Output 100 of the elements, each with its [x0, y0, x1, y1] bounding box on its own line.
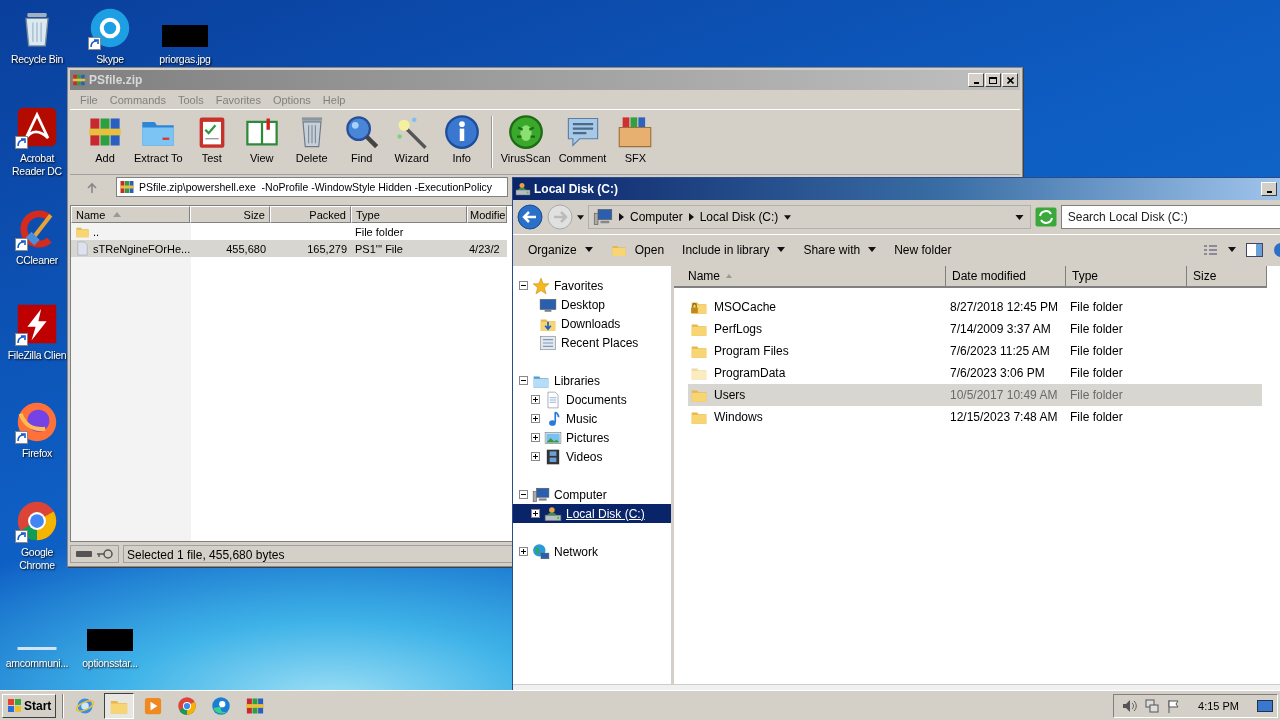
file-row[interactable]: Windows 12/15/2023 7:48 AM File folder	[688, 406, 1262, 428]
tree-item[interactable]: Pictures	[513, 428, 671, 447]
box-icon	[617, 114, 654, 150]
tree-item[interactable]: Network	[513, 542, 671, 561]
command-button[interactable]: Share with	[796, 239, 884, 260]
stacked-books-icon	[119, 179, 135, 195]
tree-item[interactable]: Desktop	[513, 295, 671, 314]
tree-item[interactable]: Downloads	[513, 314, 671, 333]
collapse-icon[interactable]	[519, 490, 528, 499]
tree-item[interactable]: Videos	[513, 447, 671, 466]
star-icon	[532, 276, 550, 295]
expand-icon[interactable]	[531, 433, 540, 442]
file-row[interactable]: MSOCache 8/27/2018 12:45 PM File folder	[688, 296, 1262, 318]
toolbar-button[interactable]: Info	[436, 114, 487, 164]
windows-logo-icon	[7, 698, 22, 713]
toolbar-button[interactable]: View	[236, 114, 287, 164]
expand-icon[interactable]	[531, 509, 540, 518]
breadcrumb-item[interactable]: Computer	[630, 210, 683, 224]
expand-icon[interactable]	[519, 547, 528, 556]
modified-date: 7/6/2023 3:06 PM	[950, 366, 1045, 380]
key-icon	[96, 548, 114, 560]
modified-date: 8/27/2018 12:45 PM	[950, 300, 1059, 314]
flag-icon	[1167, 698, 1181, 713]
expand-icon[interactable]	[531, 452, 540, 461]
start-button[interactable]: Start	[2, 693, 57, 718]
window-title: PSfile.zip	[89, 73, 143, 87]
file-row[interactable]: PerfLogs 7/14/2009 3:37 AM File folder	[688, 318, 1262, 340]
toolbar-button[interactable]: Comment	[554, 114, 611, 164]
search-field[interactable]: Search Local Disk (C:)	[1060, 205, 1280, 229]
back-button[interactable]	[517, 204, 543, 230]
caret-icon	[577, 214, 584, 220]
expand-icon[interactable]	[531, 395, 540, 404]
header-label: Type	[356, 208, 380, 221]
command-button[interactable]: Include in library	[675, 239, 793, 260]
file-row[interactable]: Users 10/5/2017 10:49 AM File folder	[688, 384, 1262, 406]
packed-size: 165,279	[307, 242, 347, 255]
column-header[interactable]: Type	[1066, 266, 1187, 288]
column-header[interactable]: Type	[351, 206, 467, 223]
file-type: File folder	[355, 225, 404, 238]
preview-pane-button[interactable]	[1246, 242, 1263, 257]
breadcrumb-arrow-icon	[619, 213, 624, 221]
lightning-icon	[15, 302, 59, 346]
column-header[interactable]: Date modified	[946, 266, 1066, 288]
file-size: 455,680	[226, 242, 266, 255]
modified-date: 10/5/2017 10:49 AM	[950, 388, 1058, 402]
browser-icon	[177, 695, 198, 716]
breadcrumb-arrow-icon	[688, 213, 694, 221]
file-type: PS1''' File	[355, 242, 403, 255]
file-row[interactable]: .. File folder	[71, 223, 508, 240]
header-label: Packed	[309, 208, 346, 221]
column-header[interactable]: Size	[1187, 266, 1267, 288]
toolbar-button[interactable]: Add	[80, 114, 130, 164]
column-header[interactable]: Name	[71, 206, 190, 223]
minimize-button[interactable]	[968, 73, 984, 87]
close-button[interactable]	[1002, 73, 1018, 87]
toolbar-button[interactable]: Delete	[286, 114, 337, 164]
maximize-button[interactable]	[985, 73, 1001, 87]
tree-item[interactable]: Recent Places	[513, 333, 671, 352]
breadcrumb-item[interactable]: Local Disk (C:)	[699, 210, 779, 224]
refresh-button[interactable]	[1034, 207, 1057, 227]
icon-label: CCleaner	[16, 254, 58, 267]
file-row[interactable]: ProgramData 7/6/2023 3:06 PM File folder	[688, 362, 1262, 384]
toolbar-button[interactable]: Find	[336, 114, 387, 164]
refresh-icon	[1034, 207, 1057, 227]
path-field[interactable]: PSfile.zip\powershell.exe -NoProfile -WindowStyle Hidden -ExecutionPolicy	[116, 177, 508, 197]
address-bar[interactable]: Computer Local Disk (C:)	[588, 205, 1031, 229]
file-name: PerfLogs	[714, 322, 763, 336]
command-button[interactable]: Organize	[521, 239, 600, 260]
network-globe-icon	[532, 542, 550, 561]
file-icon	[75, 241, 90, 256]
clock: 4:15 PM	[1197, 699, 1240, 712]
bug-icon	[507, 114, 544, 150]
toolbar-button[interactable]: VirusScan	[496, 114, 555, 164]
toolbar-button[interactable]: Extract To	[130, 114, 187, 164]
toolbar-button[interactable]: Wizard	[386, 114, 437, 164]
minimize-button[interactable]	[1261, 182, 1277, 196]
toolbar-button[interactable]: SFX	[610, 114, 661, 164]
tree-item[interactable]: Libraries	[513, 371, 671, 390]
column-header[interactable]: Name	[674, 266, 946, 288]
taskbar-button[interactable]	[104, 692, 135, 719]
icon-label: Google Chrome	[18, 546, 56, 572]
command-button[interactable]: Open	[603, 238, 672, 261]
command-button[interactable]: New folder	[887, 239, 959, 260]
header-label: Size	[1193, 269, 1217, 283]
toolbar-button[interactable]: Test	[186, 114, 237, 164]
tree-item[interactable]: Computer	[513, 485, 671, 504]
tree-item[interactable]: Local Disk (C:)	[513, 504, 671, 523]
tree-item[interactable]: Favorites	[513, 276, 671, 295]
collapse-icon[interactable]	[519, 281, 528, 290]
tree-item[interactable]: Documents	[513, 390, 671, 409]
collapse-icon[interactable]	[519, 376, 528, 385]
column-header[interactable]: Size	[190, 206, 270, 223]
file-row[interactable]: Program Files 7/6/2023 11:25 AM File folder	[688, 340, 1262, 362]
path-text: PSfile.zip\powershell.exe -NoProfile -WindowStyle Hidden -ExecutionPolicy	[139, 181, 493, 193]
column-header[interactable]: Packed	[270, 206, 351, 223]
file-row[interactable]: sTReNgineFOrHe... 455,680 165,279 PS1''' File 4/23/2	[71, 240, 508, 257]
tree-item[interactable]: Music	[513, 409, 671, 428]
expand-icon[interactable]	[531, 414, 540, 423]
minimize-icon	[973, 82, 979, 84]
header-label: Name	[688, 269, 720, 283]
